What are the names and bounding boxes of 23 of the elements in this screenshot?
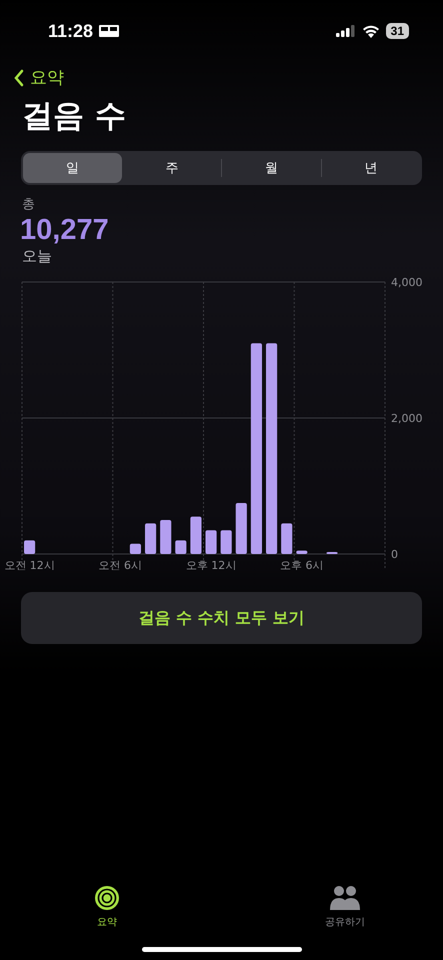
segment-tab[interactable]: 년 [322, 153, 420, 183]
wifi-icon [362, 24, 380, 38]
signal-icon [336, 25, 356, 37]
y-axis-label: 2,000 [391, 412, 422, 425]
segment-tab[interactable]: 월 [222, 153, 320, 183]
chevron-left-icon [14, 68, 24, 86]
segment-tab[interactable]: 일 [23, 153, 122, 183]
total-label: 총 [22, 196, 36, 213]
battery-indicator: 31 [386, 23, 409, 39]
y-axis-label: 4,000 [391, 276, 422, 289]
status-time: 11:28 [48, 20, 94, 42]
people-icon [329, 885, 361, 911]
bed-icon [99, 25, 120, 37]
step-count: 10,277 [20, 213, 110, 247]
period-label: 오늘 [22, 247, 53, 266]
back-link[interactable]: 요약 [14, 66, 64, 89]
rings-icon [94, 885, 120, 911]
page-title: 걸음 수 [22, 97, 127, 136]
tab-bar-item[interactable]: 요약 [94, 885, 120, 929]
y-axis-label: 0 [391, 548, 398, 561]
show-all-button[interactable]: 걸음 수 수치 모두 보기 [21, 592, 422, 644]
segment-tab[interactable]: 주 [122, 153, 221, 183]
tab-bar-item[interactable]: 공유하기 [325, 885, 365, 929]
